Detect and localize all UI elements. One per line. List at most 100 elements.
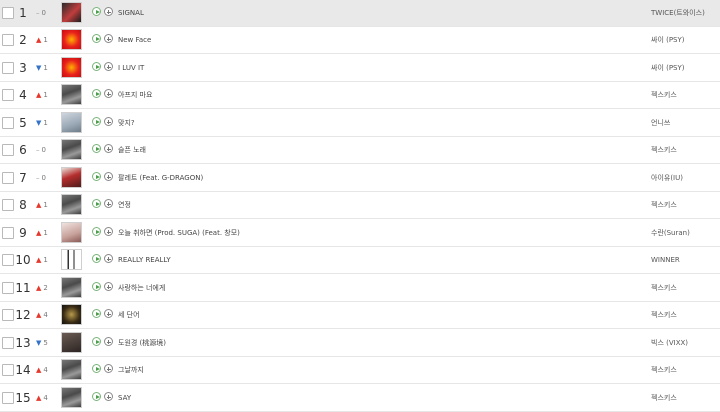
artist-name[interactable]: 젝스키스 [651, 82, 677, 108]
album-art-thumbnail[interactable] [61, 167, 82, 188]
song-title[interactable]: I LUV IT [118, 55, 144, 81]
artist-name[interactable]: 젝스키스 [651, 137, 677, 163]
select-checkbox[interactable] [2, 117, 14, 129]
chart-row[interactable]: 11 ▲ 2 사랑하는 너에게 젝스키스 [0, 275, 720, 302]
add-to-playlist-icon[interactable] [104, 337, 113, 346]
play-icon[interactable] [92, 144, 101, 153]
song-title[interactable]: 연정 [118, 192, 131, 218]
select-checkbox[interactable] [2, 144, 14, 156]
artist-name[interactable]: 수란(Suran) [651, 220, 690, 246]
artist-name[interactable]: 언니쓰 [651, 110, 670, 136]
chart-row[interactable]: 6 –0 슬픈 노래 젝스키스 [0, 137, 720, 164]
album-art-thumbnail[interactable] [61, 387, 82, 408]
song-title[interactable]: 아프지 마요 [118, 82, 152, 108]
play-icon[interactable] [92, 282, 101, 291]
add-to-playlist-icon[interactable] [104, 199, 113, 208]
song-title[interactable]: SAY [118, 385, 131, 411]
play-icon[interactable] [92, 62, 101, 71]
song-title[interactable]: 그날까지 [118, 357, 144, 383]
artist-name[interactable]: 젝스키스 [651, 385, 677, 411]
select-checkbox[interactable] [2, 282, 14, 294]
song-title[interactable]: 팔레트 (Feat. G-DRAGON) [118, 165, 203, 191]
add-to-playlist-icon[interactable] [104, 144, 113, 153]
album-art-thumbnail[interactable] [61, 359, 82, 380]
song-title[interactable]: 오늘 취하면 (Prod. SUGA) (Feat. 창모) [118, 220, 240, 246]
chart-row[interactable]: 13 ▼ 5 도원경 (桃源境) 빅스 (VIXX) [0, 330, 720, 357]
chart-row[interactable]: 14 ▲ 4 그날까지 젝스키스 [0, 357, 720, 384]
play-icon[interactable] [92, 199, 101, 208]
artist-name[interactable]: 빅스 (VIXX) [651, 330, 688, 356]
album-art-thumbnail[interactable] [61, 222, 82, 243]
song-title[interactable]: 슬픈 노래 [118, 137, 146, 163]
select-checkbox[interactable] [2, 364, 14, 376]
play-icon[interactable] [92, 172, 101, 181]
song-title[interactable]: 도원경 (桃源境) [118, 330, 166, 356]
add-to-playlist-icon[interactable] [104, 89, 113, 98]
select-checkbox[interactable] [2, 62, 14, 74]
chart-row[interactable]: 12 ▲ 4 세 단어 젝스키스 [0, 302, 720, 329]
chart-row[interactable]: 3 ▼ 1 I LUV IT 싸이 (PSY) [0, 55, 720, 82]
chart-row[interactable]: 4 ▲ 1 아프지 마요 젝스키스 [0, 82, 720, 109]
play-icon[interactable] [92, 254, 101, 263]
artist-name[interactable]: 싸이 (PSY) [651, 27, 685, 53]
artist-name[interactable]: 젝스키스 [651, 357, 677, 383]
play-icon[interactable] [92, 227, 101, 236]
add-to-playlist-icon[interactable] [104, 392, 113, 401]
chart-row[interactable]: 7 –0 팔레트 (Feat. G-DRAGON) 아이유(IU) [0, 165, 720, 192]
artist-name[interactable]: 젝스키스 [651, 302, 677, 328]
play-icon[interactable] [92, 34, 101, 43]
chart-row[interactable]: 9 ▲ 1 오늘 취하면 (Prod. SUGA) (Feat. 창모) 수란(Sura… [0, 220, 720, 247]
chart-row[interactable]: 5 ▼ 1 맞지? 언니쓰 [0, 110, 720, 137]
album-art-thumbnail[interactable] [61, 2, 82, 23]
play-icon[interactable] [92, 392, 101, 401]
album-art-thumbnail[interactable] [61, 139, 82, 160]
add-to-playlist-icon[interactable] [104, 309, 113, 318]
play-icon[interactable] [92, 309, 101, 318]
add-to-playlist-icon[interactable] [104, 227, 113, 236]
add-to-playlist-icon[interactable] [104, 254, 113, 263]
select-checkbox[interactable] [2, 337, 14, 349]
chart-row[interactable]: 15 ▲ 4 SAY 젝스키스 [0, 385, 720, 412]
song-title[interactable]: 맞지? [118, 110, 135, 136]
play-icon[interactable] [92, 337, 101, 346]
select-checkbox[interactable] [2, 392, 14, 404]
chart-row[interactable]: 10 ▲ 1 REALLY REALLY WINNER [0, 247, 720, 274]
select-checkbox[interactable] [2, 34, 14, 46]
song-title[interactable]: 사랑하는 너에게 [118, 275, 165, 301]
artist-name[interactable]: 젝스키스 [651, 192, 677, 218]
select-checkbox[interactable] [2, 309, 14, 321]
add-to-playlist-icon[interactable] [104, 62, 113, 71]
song-title[interactable]: SIGNAL [118, 0, 144, 26]
album-art-thumbnail[interactable] [61, 249, 82, 270]
artist-name[interactable]: TWICE(트와이스) [651, 0, 705, 26]
album-art-thumbnail[interactable] [61, 84, 82, 105]
add-to-playlist-icon[interactable] [104, 282, 113, 291]
album-art-thumbnail[interactable] [61, 304, 82, 325]
select-checkbox[interactable] [2, 254, 14, 266]
play-icon[interactable] [92, 364, 101, 373]
add-to-playlist-icon[interactable] [104, 117, 113, 126]
add-to-playlist-icon[interactable] [104, 34, 113, 43]
select-checkbox[interactable] [2, 89, 14, 101]
add-to-playlist-icon[interactable] [104, 364, 113, 373]
song-title[interactable]: REALLY REALLY [118, 247, 171, 273]
artist-name[interactable]: WINNER [651, 247, 680, 273]
song-title[interactable]: 세 단어 [118, 302, 140, 328]
select-checkbox[interactable] [2, 172, 14, 184]
play-icon[interactable] [92, 7, 101, 16]
album-art-thumbnail[interactable] [61, 112, 82, 133]
album-art-thumbnail[interactable] [61, 332, 82, 353]
play-icon[interactable] [92, 89, 101, 98]
album-art-thumbnail[interactable] [61, 29, 82, 50]
chart-row[interactable]: 8 ▲ 1 연정 젝스키스 [0, 192, 720, 219]
artist-name[interactable]: 아이유(IU) [651, 165, 683, 191]
chart-row[interactable]: 1 –0 SIGNAL TWICE(트와이스) [0, 0, 720, 27]
select-checkbox[interactable] [2, 227, 14, 239]
add-to-playlist-icon[interactable] [104, 7, 113, 16]
album-art-thumbnail[interactable] [61, 277, 82, 298]
album-art-thumbnail[interactable] [61, 194, 82, 215]
select-checkbox[interactable] [2, 199, 14, 211]
artist-name[interactable]: 젝스키스 [651, 275, 677, 301]
add-to-playlist-icon[interactable] [104, 172, 113, 181]
chart-row[interactable]: 2 ▲ 1 New Face 싸이 (PSY) [0, 27, 720, 54]
